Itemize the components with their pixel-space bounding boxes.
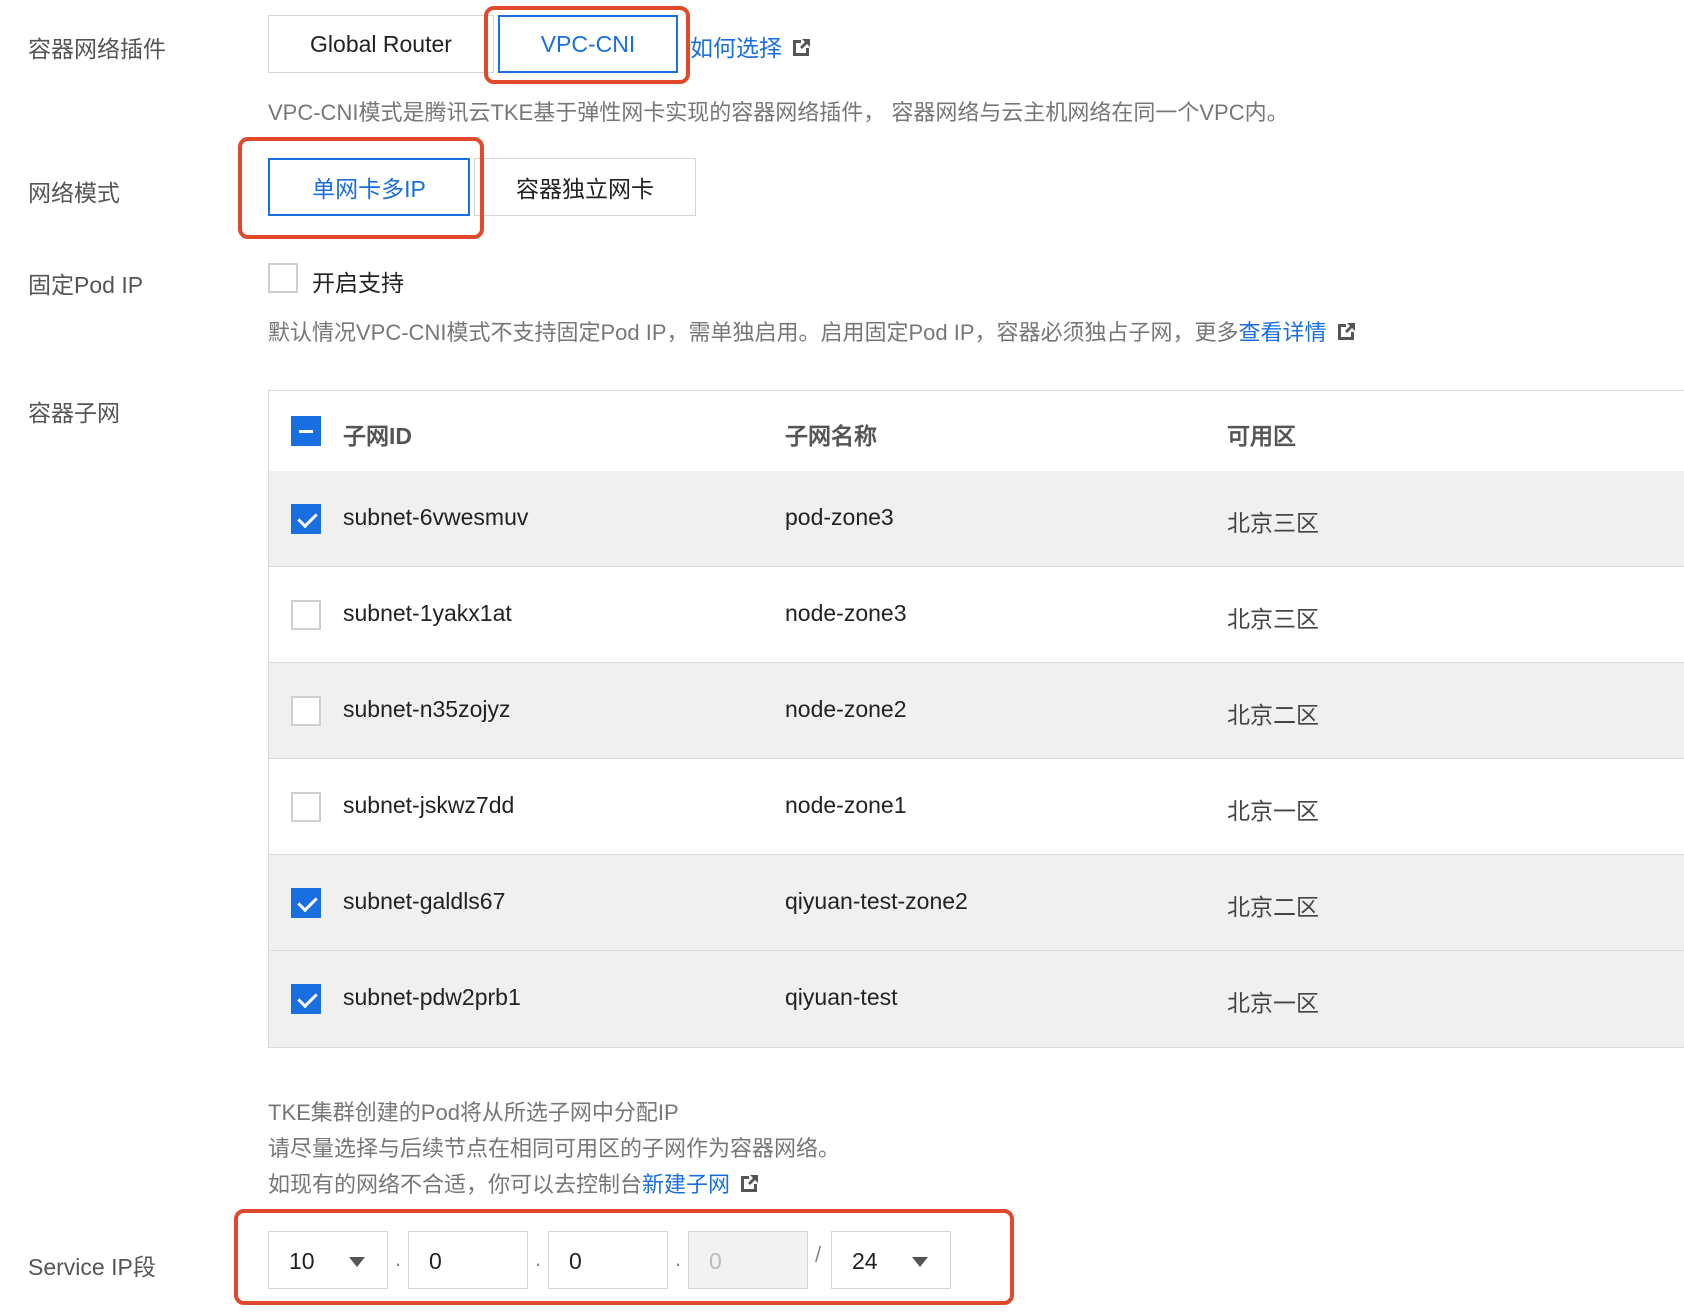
highlight-box xyxy=(484,6,690,84)
subnet-note-line2: 请尽量选择与后续节点在相同可用区的子网作为容器网络。 xyxy=(268,1136,841,1161)
plugin-label: 容器网络插件 xyxy=(28,36,166,62)
subnet-note-line3: 如现有的网络不合适，你可以去控制台新建子网 xyxy=(268,1167,760,1199)
subnet-id-cell: subnet-galdls67 xyxy=(343,888,506,914)
table-row[interactable]: subnet-1yakx1at node-zone3 北京三区 xyxy=(269,567,1684,663)
fixed-pod-ip-label: 固定Pod IP xyxy=(28,272,144,298)
row-checkbox[interactable] xyxy=(291,696,321,726)
table-row[interactable]: subnet-6vwesmuv pod-zone3 北京三区 xyxy=(269,471,1684,567)
fixed-pod-ip-description-text: 默认情况VPC-CNI模式不支持固定Pod IP，需单独启用。启用固定Pod I… xyxy=(268,320,1239,345)
subnet-id-cell: subnet-1yakx1at xyxy=(343,600,512,626)
subnet-name-cell: qiyuan-test-zone2 xyxy=(785,888,968,914)
subnet-name-cell: pod-zone3 xyxy=(785,504,894,530)
subnet-id-cell: subnet-n35zojyz xyxy=(343,696,511,722)
subnet-note-line1: TKE集群创建的Pod将从所选子网中分配IP xyxy=(268,1100,679,1125)
external-link-icon[interactable] xyxy=(790,37,812,59)
zone-cell: 北京一区 xyxy=(1227,990,1319,1016)
zone-cell: 北京三区 xyxy=(1227,606,1319,632)
how-to-choose-link[interactable]: 如何选择 xyxy=(690,29,812,63)
subnet-name-cell: node-zone2 xyxy=(785,696,907,722)
row-checkbox[interactable] xyxy=(291,504,321,534)
how-to-choose-text[interactable]: 如何选择 xyxy=(690,35,782,61)
subnet-name-cell: node-zone1 xyxy=(785,792,907,818)
subnet-id-cell: subnet-jskwz7dd xyxy=(343,792,515,818)
external-link-icon[interactable] xyxy=(1335,321,1357,343)
highlight-box xyxy=(234,1209,1014,1305)
row-checkbox[interactable] xyxy=(291,792,321,822)
network-mode-label: 网络模式 xyxy=(28,180,120,206)
column-header-subnet-id: 子网ID xyxy=(343,423,412,449)
fixed-pod-ip-checkbox[interactable] xyxy=(268,263,298,293)
create-subnet-link[interactable]: 新建子网 xyxy=(642,1172,730,1197)
fixed-pod-ip-checkbox-label[interactable]: 开启支持 xyxy=(312,264,404,298)
select-all-checkbox[interactable] xyxy=(291,416,321,446)
column-header-subnet-name: 子网名称 xyxy=(785,423,877,449)
table-header: 子网ID 子网名称 可用区 xyxy=(269,391,1684,472)
row-checkbox[interactable] xyxy=(291,984,321,1014)
subnet-name-cell: node-zone3 xyxy=(785,600,907,626)
row-checkbox[interactable] xyxy=(291,600,321,630)
table-row[interactable]: subnet-jskwz7dd node-zone1 北京一区 xyxy=(269,759,1684,855)
column-header-zone: 可用区 xyxy=(1227,423,1296,449)
zone-cell: 北京三区 xyxy=(1227,510,1319,536)
fixed-pod-ip-description: 默认情况VPC-CNI模式不支持固定Pod IP，需单独启用。启用固定Pod I… xyxy=(268,315,1357,347)
zone-cell: 北京二区 xyxy=(1227,702,1319,728)
subnet-id-cell: subnet-pdw2prb1 xyxy=(343,984,521,1010)
zone-cell: 北京二区 xyxy=(1227,894,1319,920)
table-row[interactable]: subnet-galdls67 qiyuan-test-zone2 北京二区 xyxy=(269,855,1684,951)
row-checkbox[interactable] xyxy=(291,888,321,918)
zone-cell: 北京一区 xyxy=(1227,798,1319,824)
subnets-label: 容器子网 xyxy=(28,400,120,426)
subnet-note-line3-text: 如现有的网络不合适，你可以去控制台 xyxy=(268,1172,643,1197)
network-mode-option-dedicated-nic[interactable]: 容器独立网卡 xyxy=(474,158,696,216)
service-ip-label: Service IP段 xyxy=(28,1254,156,1280)
highlight-box xyxy=(238,137,484,239)
external-link-icon[interactable] xyxy=(738,1173,760,1195)
subnet-name-cell: qiyuan-test xyxy=(785,984,898,1010)
table-row[interactable]: subnet-n35zojyz node-zone2 北京二区 xyxy=(269,663,1684,759)
plugin-option-global-router[interactable]: Global Router xyxy=(268,15,494,73)
view-details-link[interactable]: 查看详情 xyxy=(1239,320,1327,345)
subnet-id-cell: subnet-6vwesmuv xyxy=(343,504,529,530)
plugin-description: VPC-CNI模式是腾讯云TKE基于弹性网卡实现的容器网络插件， 容器网络与云主… xyxy=(268,100,1289,125)
subnet-table: 子网ID 子网名称 可用区 subnet-6vwesmuv pod-zone3 … xyxy=(268,390,1684,1048)
table-row[interactable]: subnet-pdw2prb1 qiyuan-test 北京一区 xyxy=(269,951,1684,1047)
